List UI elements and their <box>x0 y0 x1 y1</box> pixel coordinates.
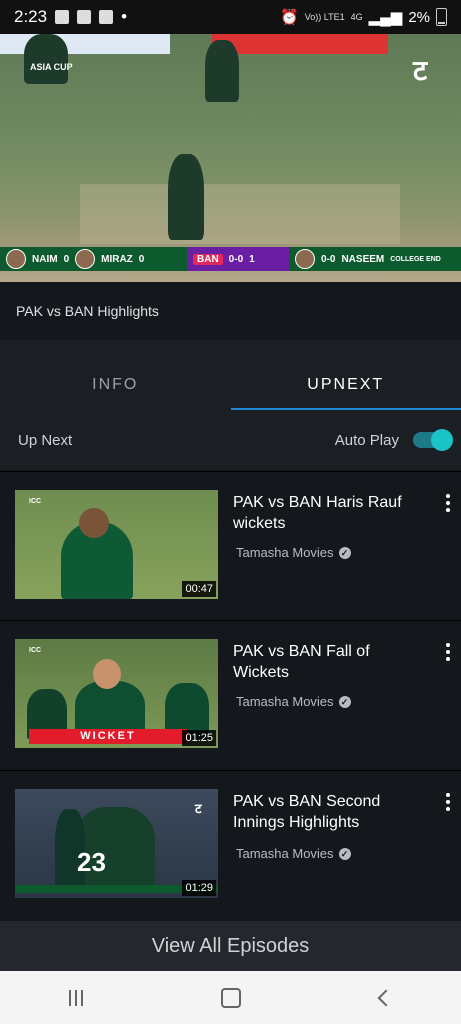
upnext-header: Up Next Auto Play <box>0 410 461 470</box>
item-title[interactable]: PAK vs BAN Second Innings Highlights <box>233 791 413 833</box>
view-all-episodes-button[interactable]: View All Episodes <box>0 921 461 971</box>
divider <box>0 340 461 360</box>
alarm-icon: ⏰ <box>280 9 299 26</box>
more-options-icon[interactable] <box>445 494 451 512</box>
clock: 2:23 <box>14 7 48 26</box>
battery-percent: 2% <box>408 8 430 26</box>
gallery-icon <box>55 10 70 24</box>
channel-name: Tamasha Movies <box>236 694 334 709</box>
carrier-label: Vo)) LTE1 <box>304 11 345 22</box>
team-label: BAN <box>193 253 223 265</box>
ground-end: COLLEGE END <box>390 255 441 263</box>
autoplay-toggle[interactable] <box>413 429 453 451</box>
icc-badge: ICC <box>29 647 42 654</box>
video-thumbnail[interactable]: ICC WICKET 01:25 <box>15 639 218 748</box>
now-playing-title: PAK vs BAN Highlights <box>0 282 461 340</box>
video-thumbnail[interactable]: ICC 00:47 <box>15 490 218 599</box>
upnext-label: Up Next <box>18 431 73 449</box>
item-title[interactable]: PAK vs BAN Fall of Wickets <box>233 641 413 683</box>
more-options-icon[interactable] <box>445 643 451 661</box>
autoplay-control: Auto Play <box>334 429 453 451</box>
status-bar: 2:23 • ⏰ Vo)) LTE1 4G ▂▄▆ 2% <box>0 0 461 34</box>
video-player[interactable]: ASIA CUP ट NAIM 0 MIRAZ 0 BAN 0-0 1 0-0 … <box>0 34 461 282</box>
list-item[interactable]: ICC WICKET 01:25 PAK vs BAN Fall of Wick… <box>0 620 461 770</box>
video-thumbnail[interactable]: 23 ट 01:29 <box>15 789 218 898</box>
channel-info: Tamasha Movies ✓ <box>236 694 351 709</box>
scoreboard: NAIM 0 MIRAZ 0 BAN 0-0 1 0-0 NASEEM COLL… <box>0 244 461 274</box>
network-label: 4G <box>350 11 363 22</box>
bowling-panel: 0-0 NASEEM COLLEGE END <box>289 247 461 271</box>
system-nav-bar <box>0 971 461 1024</box>
jersey-number: 23 <box>77 847 106 877</box>
team-score: 0-0 <box>228 253 244 265</box>
asia-cup-logo: ASIA CUP <box>30 62 73 72</box>
fielder <box>205 40 239 102</box>
verified-icon: ✓ <box>338 546 351 559</box>
player-name: MIRAZ <box>101 253 133 265</box>
video-title: PAK vs BAN Highlights <box>16 303 159 319</box>
duration-badge: 01:29 <box>182 880 216 896</box>
battery-icon <box>436 8 447 26</box>
item-title[interactable]: PAK vs BAN Haris Rauf wickets <box>233 492 413 534</box>
player-head <box>93 659 121 689</box>
player-avatar <box>75 249 96 269</box>
bowler-figures: 0-0 <box>321 253 336 265</box>
icc-badge: ICC <box>29 498 42 505</box>
verified-icon: ✓ <box>338 695 351 708</box>
signal-icon: ▂▄▆ <box>368 9 403 26</box>
recents-button[interactable] <box>69 989 84 1006</box>
tab-bar: INFO UPNEXT <box>0 360 461 410</box>
batting-panel: NAIM 0 MIRAZ 0 <box>0 247 187 271</box>
home-button[interactable] <box>221 987 242 1008</box>
wicket-banner: WICKET <box>29 729 187 744</box>
duration-badge: 00:47 <box>182 581 216 597</box>
verified-icon: ✓ <box>338 847 351 860</box>
dot-icon: • <box>121 7 128 26</box>
tab-upnext[interactable]: UPNEXT <box>230 360 461 410</box>
tab-info[interactable]: INFO <box>0 360 231 410</box>
download-done-icon <box>77 10 92 24</box>
batsman <box>168 154 204 240</box>
player-avatar <box>295 249 315 269</box>
channel-info: Tamasha Movies ✓ <box>236 846 351 861</box>
over-count: 1 <box>249 253 255 265</box>
player-score: 0 <box>63 253 70 265</box>
autoplay-label: Auto Play <box>334 431 399 449</box>
channel-info: Tamasha Movies ✓ <box>236 545 351 560</box>
alert-icon <box>99 10 114 24</box>
fielder <box>24 34 68 84</box>
player-score: 0 <box>138 253 145 265</box>
tamasha-logo-icon: ट <box>412 55 428 86</box>
tamasha-logo-icon: ट <box>195 801 202 816</box>
duration-badge: 01:25 <box>182 730 216 746</box>
back-button[interactable] <box>377 989 395 1006</box>
pitch <box>80 184 400 244</box>
more-options-icon[interactable] <box>445 793 451 811</box>
ad-board <box>212 34 388 54</box>
channel-name: Tamasha Movies <box>236 846 334 861</box>
channel-name: Tamasha Movies <box>236 545 334 560</box>
bowler-name: NASEEM <box>341 253 385 265</box>
player-avatar <box>6 249 26 269</box>
list-item[interactable]: ICC 00:47 PAK vs BAN Haris Rauf wickets … <box>0 471 461 621</box>
player-head <box>79 508 109 538</box>
player-name: NAIM <box>32 253 58 265</box>
list-item[interactable]: 23 ट 01:29 PAK vs BAN Second Innings Hig… <box>0 770 461 920</box>
score-panel: BAN 0-0 1 <box>187 247 289 271</box>
